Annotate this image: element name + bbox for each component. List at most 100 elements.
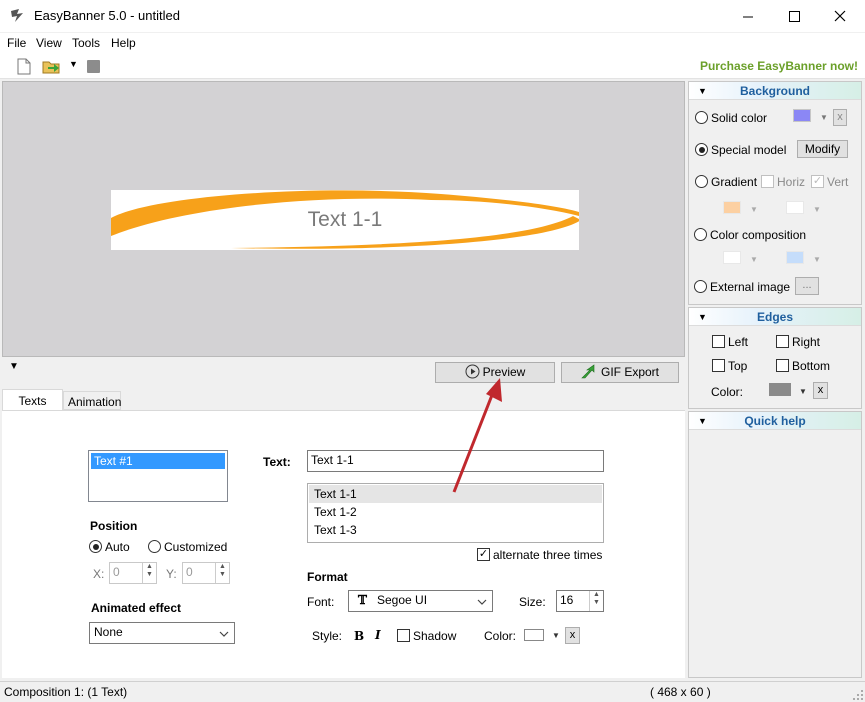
quick-help-panel: ▼ Quick help: [688, 411, 862, 678]
vert-label: Vert: [827, 175, 849, 189]
position-auto-radio[interactable]: [89, 540, 102, 553]
shadow-label: Shadow: [413, 629, 457, 643]
menu-help[interactable]: Help: [111, 36, 136, 50]
text-list[interactable]: Text #1: [88, 450, 228, 502]
solid-color-label: Solid color: [711, 111, 768, 125]
collapse-arrow-icon[interactable]: ▼: [9, 361, 19, 372]
close-button[interactable]: [817, 0, 863, 32]
font-label: Font:: [307, 595, 335, 609]
shadow-checkbox[interactable]: [397, 629, 410, 642]
gradient-color-1-swatch[interactable]: [723, 201, 741, 214]
menu-file[interactable]: File: [7, 36, 26, 50]
gradient-color-2-swatch[interactable]: [786, 201, 804, 214]
edge-color-clear-button[interactable]: x: [813, 382, 828, 399]
alternate-checkbox[interactable]: ✓: [477, 548, 490, 561]
resize-grip-icon[interactable]: [853, 690, 864, 701]
x-label: X:: [93, 567, 105, 581]
text-input-value: Text 1-1: [311, 453, 354, 467]
edge-bottom-label: Bottom: [792, 359, 831, 373]
banner-text: Text 1-1: [307, 208, 383, 231]
edge-bottom-checkbox[interactable]: [776, 359, 789, 372]
text-color-dropdown-icon[interactable]: ▼: [552, 631, 560, 640]
composition-color-2-swatch[interactable]: [786, 251, 804, 264]
x-spinner[interactable]: ▲ ▼: [142, 563, 156, 583]
text-color-clear-button[interactable]: x: [565, 627, 580, 644]
format-title: Format: [307, 570, 348, 584]
x-input[interactable]: 0 ▲ ▼: [109, 562, 157, 584]
menu-view[interactable]: View: [36, 36, 62, 50]
menu-bar: File View Tools Help: [0, 33, 865, 54]
solid-color-dropdown-icon[interactable]: ▼: [820, 113, 828, 122]
chevron-down-icon: [477, 599, 487, 605]
edge-color-dropdown-icon[interactable]: ▼: [799, 387, 807, 396]
purchase-link[interactable]: Purchase EasyBanner now!: [700, 59, 858, 73]
edge-left-label: Left: [728, 335, 749, 349]
animated-effect-title: Animated effect: [91, 601, 182, 615]
edge-right-checkbox[interactable]: [776, 335, 789, 348]
y-input[interactable]: 0 ▲ ▼: [182, 562, 230, 584]
gradient-radio[interactable]: [695, 175, 708, 188]
chevron-down-icon: [219, 631, 229, 637]
size-input[interactable]: 16 ▲ ▼: [556, 590, 604, 612]
color-composition-radio[interactable]: [694, 228, 707, 241]
position-title: Position: [90, 519, 138, 533]
color-composition-label: Color composition: [710, 228, 807, 242]
y-spinner[interactable]: ▲ ▼: [215, 563, 229, 583]
edge-right-label: Right: [792, 335, 821, 349]
text-line-2[interactable]: Text 1-2: [314, 505, 357, 519]
gradient-color-2-dropdown-icon[interactable]: ▼: [813, 205, 821, 214]
composition-color-2-dropdown-icon[interactable]: ▼: [813, 255, 821, 264]
text-line-1[interactable]: Text 1-1: [314, 487, 357, 501]
status-size: ( 468 x 60 ): [650, 685, 711, 699]
tab-animation[interactable]: Animation: [63, 391, 121, 410]
y-value: 0: [186, 565, 193, 579]
italic-button[interactable]: I: [375, 628, 381, 642]
minimize-button[interactable]: [725, 0, 771, 32]
text-line-3[interactable]: Text 1-3: [314, 523, 357, 537]
solid-color-swatch[interactable]: [793, 109, 811, 122]
new-file-icon[interactable]: [17, 58, 31, 75]
vert-checkbox[interactable]: ✓: [811, 175, 824, 188]
gradient-color-1-dropdown-icon[interactable]: ▼: [750, 205, 758, 214]
title-bar: EasyBanner 5.0 - untitled: [0, 0, 865, 32]
background-header[interactable]: ▼ Background: [689, 82, 861, 100]
position-customized-label: Customized: [164, 540, 228, 554]
edges-header[interactable]: ▼ Edges: [689, 308, 861, 326]
font-select[interactable]: 𝕋 Segoe UI: [348, 590, 493, 612]
app-logo-icon: [11, 9, 23, 22]
external-image-browse-button[interactable]: ...: [795, 277, 819, 295]
gif-export-button[interactable]: GIF Export: [561, 362, 679, 383]
open-file-icon[interactable]: [42, 58, 62, 75]
composition-color-1-swatch[interactable]: [723, 251, 741, 264]
tab-texts[interactable]: Texts: [2, 389, 63, 410]
menu-tools[interactable]: Tools: [72, 36, 100, 50]
open-dropdown-icon[interactable]: ▼: [69, 59, 78, 69]
composition-color-1-dropdown-icon[interactable]: ▼: [750, 255, 758, 264]
solid-color-radio[interactable]: [695, 111, 708, 124]
special-model-radio[interactable]: [695, 143, 708, 156]
quick-help-header[interactable]: ▼ Quick help: [689, 412, 861, 430]
status-bar: Composition 1: (1 Text) ( 468 x 60 ): [0, 681, 865, 702]
x-value: 0: [113, 565, 120, 579]
solid-color-clear-button[interactable]: x: [833, 109, 847, 126]
text-list-item[interactable]: Text #1: [91, 453, 225, 469]
modify-button[interactable]: Modify: [797, 140, 848, 158]
position-customized-radio[interactable]: [148, 540, 161, 553]
animated-effect-select[interactable]: None: [89, 622, 235, 644]
position-auto-label: Auto: [105, 540, 130, 554]
edge-top-checkbox[interactable]: [712, 359, 725, 372]
edge-color-swatch[interactable]: [769, 383, 791, 396]
edge-color-label: Color:: [711, 385, 744, 399]
maximize-button[interactable]: [771, 0, 817, 32]
style-label: Style:: [312, 629, 343, 643]
bold-button[interactable]: B: [354, 629, 364, 643]
text-color-swatch[interactable]: [524, 629, 544, 641]
horiz-label: Horiz: [777, 175, 806, 189]
external-image-radio[interactable]: [694, 280, 707, 293]
horiz-checkbox[interactable]: [761, 175, 774, 188]
size-spinner[interactable]: ▲ ▼: [589, 591, 603, 611]
stop-icon[interactable]: [87, 60, 100, 73]
banner-preview[interactable]: Text 1-1: [111, 190, 579, 250]
y-label: Y:: [166, 567, 177, 581]
edge-left-checkbox[interactable]: [712, 335, 725, 348]
